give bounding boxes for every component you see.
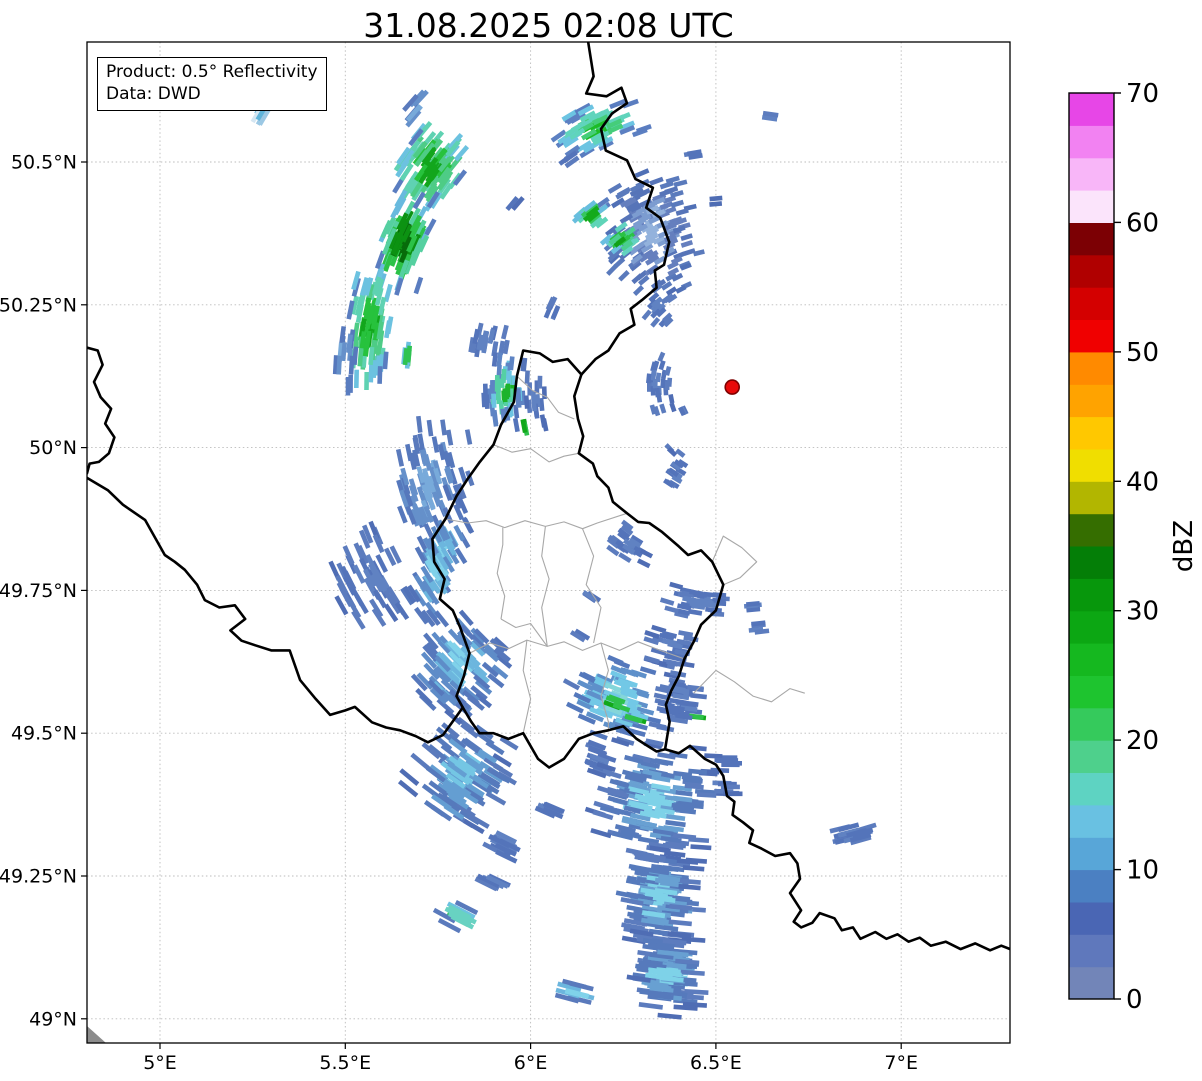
svg-text:5°E: 5°E — [143, 1052, 177, 1074]
svg-text:10: 10 — [1126, 856, 1159, 886]
svg-text:20: 20 — [1126, 726, 1159, 756]
svg-text:40: 40 — [1126, 467, 1159, 497]
radar-figure: 31.08.2025 02:08 UTC 5°E 5.5°E 6°E 6.5°E 7°E… — [0, 0, 1202, 1081]
svg-text:50: 50 — [1126, 338, 1159, 368]
product-annotation-box: Product: 0.5° Reflectivity Data: DWD — [97, 57, 327, 111]
svg-text:50.25°N: 50.25°N — [0, 294, 77, 316]
svg-text:30: 30 — [1126, 597, 1159, 627]
svg-text:60: 60 — [1126, 208, 1159, 238]
svg-text:7°E: 7°E — [884, 1052, 918, 1074]
radar-site-marker — [724, 379, 741, 395]
figure-svg: 5°E 5.5°E 6°E 6.5°E 7°E 50.5°N 50.25°N 50°N 49.7… — [0, 41, 1159, 1074]
svg-text:49.75°N: 49.75°N — [0, 580, 77, 602]
svg-text:0: 0 — [1126, 985, 1143, 1015]
svg-text:6.5°E: 6.5°E — [690, 1052, 742, 1074]
svg-text:49.5°N: 49.5°N — [11, 723, 77, 745]
product-line: Product: 0.5° Reflectivity — [106, 62, 318, 82]
svg-text:49.25°N: 49.25°N — [0, 866, 77, 888]
x-axis-ticks — [159, 1043, 902, 1049]
svg-text:50°N: 50°N — [29, 437, 77, 459]
svg-text:49°N: 49°N — [29, 1008, 77, 1030]
svg-text:70: 70 — [1126, 79, 1159, 109]
colorbar-unit-label: dBZ — [1169, 519, 1199, 573]
svg-text:50.5°N: 50.5°N — [11, 152, 77, 174]
radar-echoes — [246, 82, 877, 1020]
x-axis-labels: 5°E 5.5°E 6°E 6.5°E 7°E — [143, 1052, 918, 1074]
gridlines — [87, 42, 1010, 1043]
corner-wedge — [87, 1026, 106, 1043]
plot-frame — [86, 41, 1011, 1044]
y-axis-labels: 50.5°N 50.25°N 50°N 49.75°N 49.5°N 49.25°N 49°… — [0, 152, 77, 1031]
svg-text:5.5°E: 5.5°E — [319, 1052, 371, 1074]
data-source-line: Data: DWD — [106, 84, 201, 105]
y-axis-ticks — [81, 161, 87, 1020]
svg-text:6°E: 6°E — [514, 1052, 548, 1074]
